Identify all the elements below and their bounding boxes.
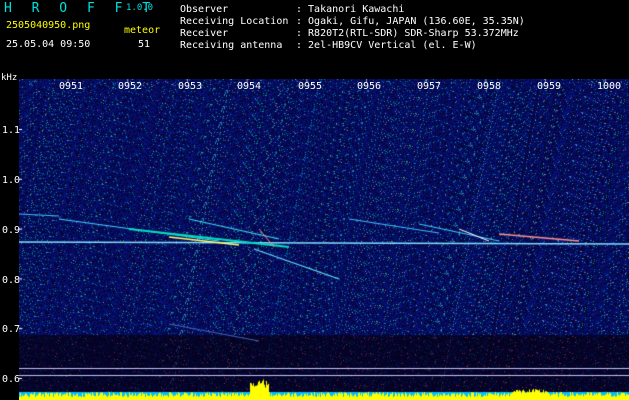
hrofft-window: H R O F F T 1.0.0 2505040950.png 25.05.0…	[0, 0, 629, 400]
time-label: 0956	[357, 81, 382, 92]
freq-label: 0.9	[2, 225, 21, 236]
observation-datetime: 25.05.04 09:50	[6, 39, 91, 50]
observer-label: Observer	[180, 4, 229, 15]
freq-label: 1.1	[2, 125, 21, 136]
time-label: 0952	[118, 81, 143, 92]
time-label: 0958	[477, 81, 502, 92]
time-label: 0957	[417, 81, 442, 92]
observer-value: : Takanori Kawachi	[296, 4, 405, 15]
time-label: 0955	[298, 81, 323, 92]
time-label: 0951	[59, 81, 84, 92]
antenna-value: : 2el-HB9CV Vertical (el. E-W)	[296, 40, 477, 51]
receiver-value: : R820T2(RTL-SDR) SDR-Sharp 53.372MHz	[296, 28, 519, 39]
time-label: 0959	[537, 81, 562, 92]
location-value: : Ogaki, Gifu, JAPAN (136.60E, 35.35N)	[296, 16, 525, 27]
location-label: Receiving Location	[180, 16, 289, 27]
antenna-label: Receiving antenna	[180, 40, 283, 51]
meteor-count: 51	[138, 39, 151, 50]
file-name: 2505040950.png	[6, 20, 91, 31]
freq-label: 1.0	[2, 175, 21, 186]
freq-label: 0.8	[2, 275, 21, 286]
receiver-label: Receiver	[180, 28, 229, 39]
freq-label: 0.7	[2, 324, 21, 335]
spectrogram-canvas	[19, 79, 629, 400]
meteor-label: meteor	[124, 25, 161, 36]
time-label: 0953	[178, 81, 203, 92]
freq-label: 0.6	[2, 374, 21, 385]
time-label: 1000	[597, 81, 622, 92]
time-label: 0954	[237, 81, 262, 92]
app-version: 1.0.0	[126, 3, 154, 13]
y-unit-label: kHz	[1, 73, 18, 83]
